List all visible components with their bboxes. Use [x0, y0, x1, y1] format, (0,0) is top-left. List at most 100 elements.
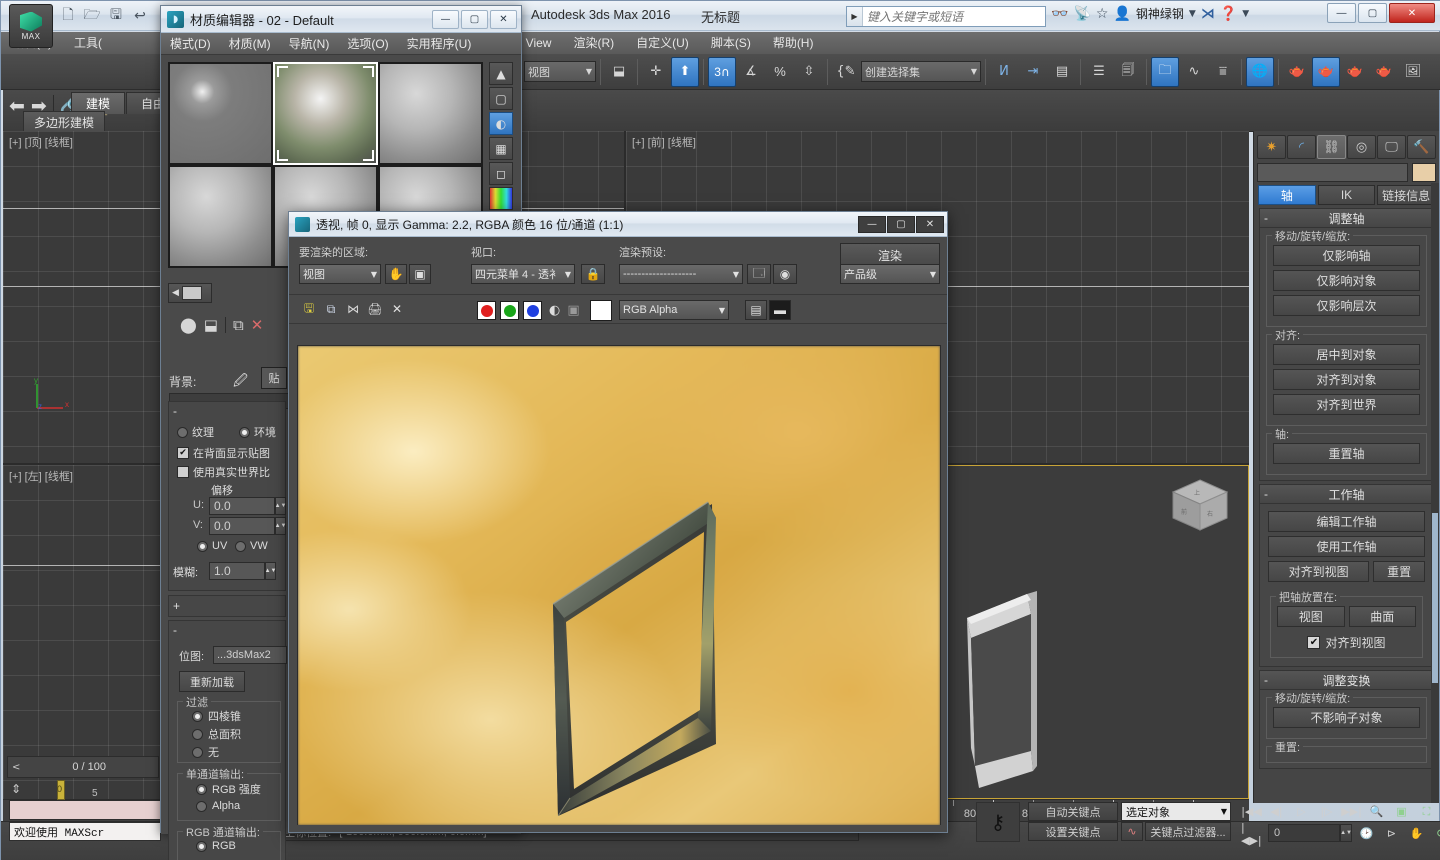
bitmap-rollout-toggle[interactable]: -: [173, 623, 177, 637]
radio-texture[interactable]: [177, 426, 188, 438]
set-key-mode-icon[interactable]: ⚷: [976, 802, 1020, 842]
search-dropdown-icon[interactable]: ▶: [847, 7, 863, 26]
display-tab-icon[interactable]: 🖵: [1377, 135, 1406, 159]
maxscript-mini-listener[interactable]: [9, 800, 161, 820]
key-filters-button[interactable]: 关键点过滤器...: [1145, 822, 1231, 841]
toggle-ab-compare-icon[interactable]: ▬: [769, 300, 791, 320]
blur-field[interactable]: 1.0: [209, 562, 265, 580]
angle-snap-icon[interactable]: ∡: [737, 57, 765, 87]
percent-snap-icon[interactable]: %: [766, 57, 794, 87]
sample-slot-2[interactable]: [273, 62, 378, 165]
show-map-on-back-row[interactable]: ✔ 在背面显示贴图: [177, 445, 270, 461]
curve-editor-icon[interactable]: ∿: [1180, 57, 1208, 87]
render-frame-window-icon[interactable]: 🫖: [1283, 57, 1311, 87]
mono-alpha-row[interactable]: Alpha: [196, 800, 240, 812]
filter-pyramidal-row[interactable]: 四棱锥: [192, 708, 241, 724]
edit-working-pivot-button[interactable]: 编辑工作轴: [1268, 511, 1425, 532]
me-menu-mode[interactable]: 模式(D): [161, 33, 220, 55]
align-to-object-button[interactable]: 对齐到对象: [1273, 369, 1420, 390]
channel-display-combo[interactable]: RGB Alpha ▼: [619, 300, 729, 320]
material-editor-minimize-button[interactable]: —: [432, 9, 459, 29]
me-menu-utilities[interactable]: 实用程序(U): [398, 33, 481, 55]
filter-none-row[interactable]: 无: [192, 744, 219, 760]
slot-nav-left-icon[interactable]: ◀: [172, 288, 179, 298]
assign-material-to-selection-icon[interactable]: ⬓: [204, 316, 218, 334]
set-key-button[interactable]: 设置关键点: [1028, 822, 1118, 841]
rollout-toggle[interactable]: -: [1264, 487, 1268, 501]
radio-pyramidal[interactable]: [192, 710, 203, 722]
delete-material-icon[interactable]: ✕: [251, 316, 264, 334]
material-editor-icon[interactable]: 🗀: [1151, 56, 1179, 87]
undo-icon[interactable]: ↩: [129, 6, 151, 27]
mono-rgb-intensity-row[interactable]: RGB 强度: [196, 781, 261, 797]
enable-blue-channel-icon[interactable]: [523, 301, 542, 320]
coordinates-rollout-toggle[interactable]: -: [173, 404, 177, 418]
enable-red-channel-icon[interactable]: [477, 301, 496, 320]
favorites-star-icon[interactable]: ☆: [1096, 6, 1109, 22]
previous-frame-icon[interactable]: ◀|: [1266, 802, 1287, 821]
toggle-ui-overlay-icon[interactable]: ▤: [745, 300, 767, 320]
show-map-on-back-checkbox[interactable]: ✔: [177, 447, 189, 459]
reset-pivot-button[interactable]: 重置轴: [1273, 443, 1420, 464]
auto-region-selected-icon[interactable]: ✋: [385, 264, 407, 284]
search-box[interactable]: ▶: [846, 6, 1046, 27]
mini-timeline[interactable]: 0 5 ⇕: [7, 780, 159, 802]
render-setup-dialog-icon[interactable]: 🗔: [747, 264, 771, 284]
menu-help[interactable]: 帮助(H): [762, 32, 825, 54]
open-file-icon[interactable]: 🗁: [81, 6, 103, 27]
render-production-icon[interactable]: 🫖: [1312, 56, 1340, 87]
subtab-link-info[interactable]: 链接信息: [1377, 185, 1436, 205]
object-color-swatch[interactable]: [1412, 163, 1436, 182]
scrollbar-thumb[interactable]: [1432, 513, 1438, 683]
video-color-check-icon[interactable]: [489, 187, 513, 210]
render-frame-maximize-button[interactable]: ▢: [887, 215, 915, 233]
sample-slot-3[interactable]: [378, 62, 483, 165]
backlight-icon[interactable]: ◐: [489, 112, 513, 135]
filter-summed-row[interactable]: 总面积: [192, 726, 241, 742]
radio-summed-area[interactable]: [192, 728, 203, 740]
hierarchy-tab-icon[interactable]: ⛓: [1317, 135, 1346, 159]
me-menu-options[interactable]: 选项(O): [338, 33, 397, 55]
copy-image-icon[interactable]: ⧉: [321, 299, 341, 319]
play-animation-icon[interactable]: ▷: [1291, 802, 1312, 821]
minimize-button[interactable]: —: [1327, 3, 1356, 23]
current-frame-field[interactable]: 0: [1268, 824, 1340, 842]
create-tab-icon[interactable]: ✷: [1257, 135, 1286, 159]
satellite-icon[interactable]: 📡: [1073, 6, 1090, 22]
render-preset-combo[interactable]: -------------------- ▼: [619, 264, 743, 284]
user-avatar-icon[interactable]: 👤: [1113, 6, 1130, 22]
modify-tab-icon[interactable]: ◜: [1287, 135, 1316, 159]
edit-region-icon[interactable]: ▣: [409, 264, 431, 284]
put-material-to-library-icon[interactable]: ⧉: [233, 316, 244, 334]
radio-alpha[interactable]: [196, 800, 207, 812]
lock-viewport-icon[interactable]: 🔒: [581, 264, 605, 284]
slot-nav-thumb[interactable]: [181, 286, 202, 300]
command-panel-scrollbar[interactable]: [1431, 183, 1439, 803]
blur-spinner[interactable]: ▲▼: [265, 562, 276, 580]
bitmap-path-field[interactable]: ...3dsMax2: [213, 646, 287, 664]
print-image-icon[interactable]: 🖨: [365, 299, 385, 319]
monochrome-icon[interactable]: ▣: [567, 303, 579, 318]
edit-named-selection-sets-icon[interactable]: {✎: [832, 57, 860, 87]
pan-view-icon[interactable]: ✋: [1406, 824, 1427, 843]
view-cube-icon[interactable]: 上 前 右: [1167, 476, 1233, 540]
go-to-end-icon[interactable]: ▶▶|: [1341, 802, 1362, 821]
clear-image-icon[interactable]: ✕: [387, 299, 407, 319]
get-material-icon[interactable]: ⬤: [180, 316, 197, 334]
v-offset-spinner[interactable]: ▲▼: [275, 517, 286, 535]
align-to-view-button[interactable]: 对齐到视图: [1268, 561, 1370, 582]
user-dropdown-icon[interactable]: ▼: [1189, 9, 1196, 19]
rollout-header-adjust-pivot[interactable]: - 调整轴: [1260, 209, 1433, 228]
reference-coord-combo[interactable]: 视图 ▼: [524, 61, 596, 82]
close-button[interactable]: ✕: [1389, 3, 1435, 23]
zoom-region-icon[interactable]: ▣: [1391, 802, 1412, 821]
radio-uv-row[interactable]: UV: [197, 540, 227, 552]
render-iterative-icon[interactable]: 🫖: [1341, 57, 1369, 87]
help-icon[interactable]: ❓: [1220, 6, 1237, 22]
use-pivot-center-icon[interactable]: ⬓: [605, 57, 633, 87]
sample-uv-tiling-icon[interactable]: ◻: [489, 162, 513, 185]
save-image-icon[interactable]: 🖫: [299, 299, 319, 319]
search-input[interactable]: [863, 7, 1045, 26]
subtab-pivot[interactable]: 轴: [1258, 185, 1316, 205]
reload-button[interactable]: 重新加载: [179, 671, 245, 692]
